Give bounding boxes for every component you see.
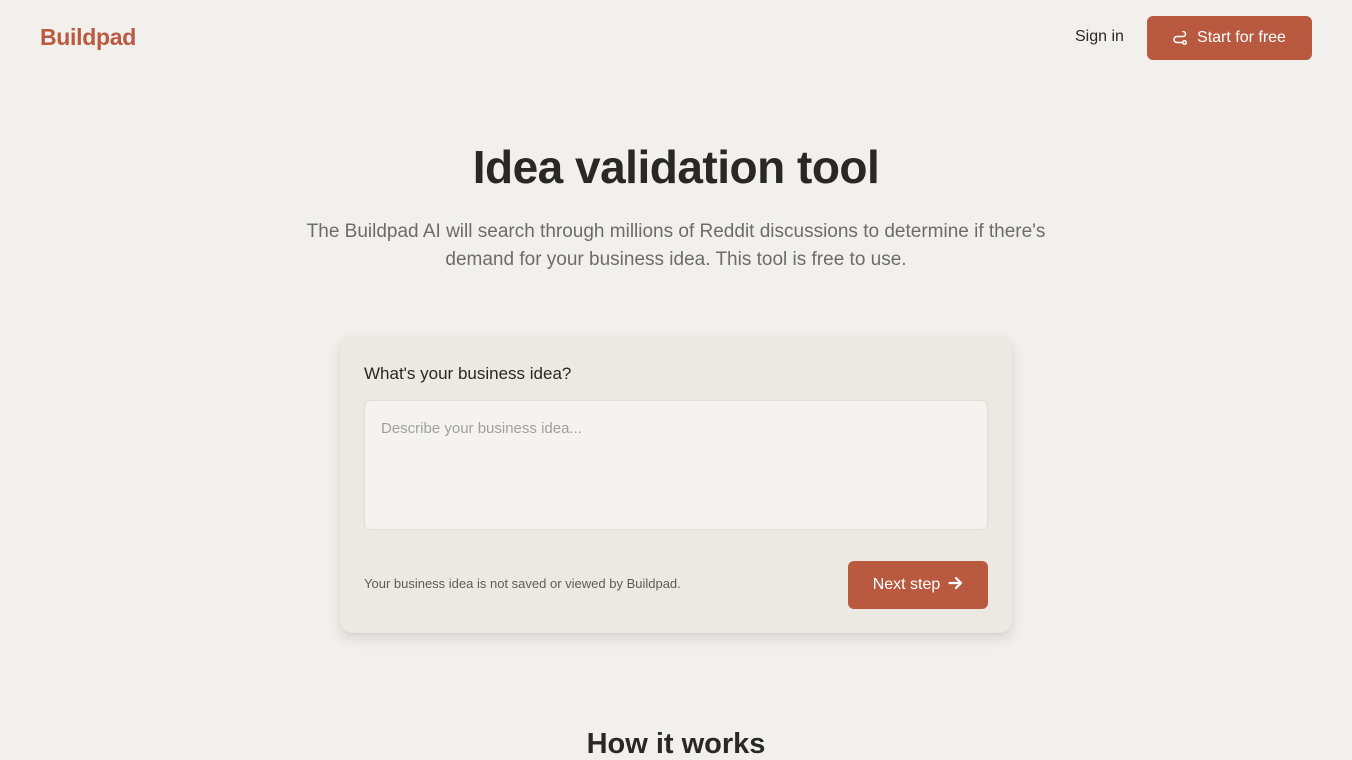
page-title: Idea validation tool xyxy=(472,141,880,193)
sign-in-link[interactable]: Sign in xyxy=(1075,28,1124,46)
arrow-right-icon xyxy=(948,576,963,595)
start-for-free-label: Start for free xyxy=(1197,29,1286,46)
idea-form-card: What's your business idea? Your business… xyxy=(340,336,1012,633)
how-it-works-heading: How it works xyxy=(586,728,766,760)
logo[interactable]: Buildpad xyxy=(40,24,136,51)
next-step-button[interactable]: Next step xyxy=(848,561,988,609)
page: Buildpad Sign in Start for free Idea val… xyxy=(0,0,1352,760)
route-icon xyxy=(1173,30,1188,46)
idea-label: What's your business idea? xyxy=(364,364,572,383)
start-for-free-button[interactable]: Start for free xyxy=(1147,16,1312,60)
page-subtitle: The Buildpad AI will search through mill… xyxy=(306,221,1046,270)
business-idea-input[interactable] xyxy=(364,400,988,530)
header: Buildpad Sign in Start for free xyxy=(0,0,1352,76)
next-step-label: Next step xyxy=(872,576,941,593)
privacy-note: Your business idea is not saved or viewe… xyxy=(364,576,681,591)
